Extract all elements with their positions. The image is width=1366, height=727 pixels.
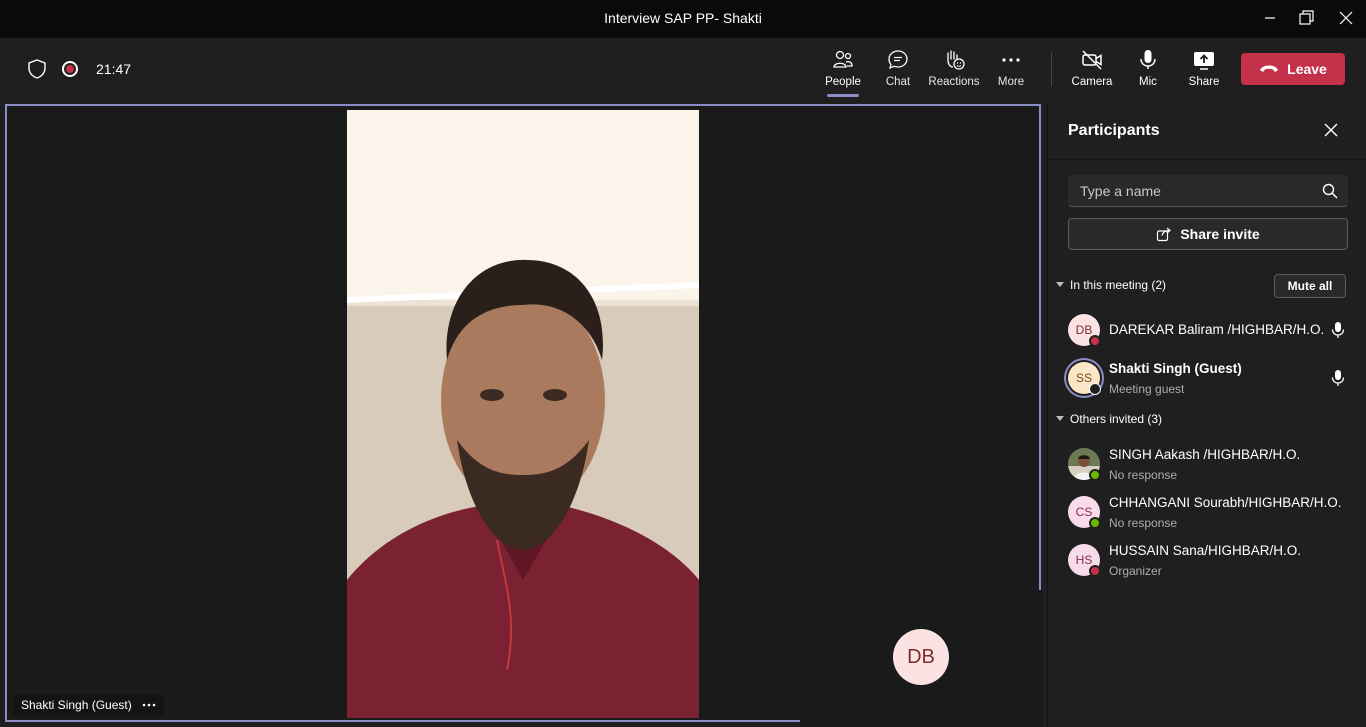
available-status-icon [1089,469,1101,481]
participant-row[interactable]: SS Shakti Singh (Guest) Meeting guest [1068,358,1358,398]
search-box[interactable] [1068,175,1348,207]
restore-icon[interactable] [1296,8,1316,28]
avatar-initials: CS [1075,505,1093,519]
participant-row[interactable]: CS CHHANGANI Sourabh/HIGHBAR/H.O. No res… [1068,492,1358,532]
hang-up-icon [1260,65,1279,72]
share-invite-button[interactable]: Share invite [1068,218,1348,250]
mute-all-button[interactable]: Mute all [1274,274,1346,298]
people-button[interactable]: People [815,48,871,98]
panel-title: Participants [1068,122,1160,139]
close-icon[interactable] [1323,122,1339,143]
avatar-initials: HS [1075,553,1093,567]
meeting-toolbar: 21:47 People Chat Reactions More Camera … [0,38,1366,102]
camera-button[interactable]: Camera [1064,48,1120,98]
avatar: HS [1068,544,1101,577]
chevron-down-icon [1056,416,1064,421]
reactions-button[interactable]: Reactions [926,48,982,98]
chat-icon [888,50,908,70]
shield-icon[interactable] [26,58,48,85]
participant-name: Shakti Singh (Guest) [1109,361,1242,376]
meeting-timer: 21:47 [96,61,132,77]
busy-status-icon [1089,335,1101,347]
share-label: Share [1188,76,1220,88]
participant-video [347,110,699,718]
in-meeting-section-toggle[interactable]: In this meeting (2) [1056,278,1166,292]
section-label: In this meeting (2) [1070,278,1167,292]
leave-button[interactable]: Leave [1241,53,1345,85]
participant-status: No response [1109,516,1178,530]
title-bar: Interview SAP PP- Shakti [0,0,1366,38]
reactions-label: Reactions [928,76,980,88]
participant-role: Organizer [1109,564,1162,578]
chat-button[interactable]: Chat [870,48,926,98]
more-button[interactable]: More [983,48,1039,98]
search-input[interactable] [1068,175,1308,207]
camera-label: Camera [1071,76,1113,88]
chevron-down-icon [1056,282,1064,287]
more-icon [1002,58,1020,62]
mic-icon [1331,322,1345,343]
mic-label: Mic [1139,76,1157,88]
raise-hand-icon [947,50,965,70]
available-status-icon [1089,517,1101,529]
share-screen-icon [1194,52,1214,70]
avatar [1068,448,1101,481]
share-icon [1157,227,1172,242]
participant-name: HUSSAIN Sana/HIGHBAR/H.O. [1109,543,1302,558]
avatar: CS [1068,496,1101,529]
self-preview[interactable]: DB [800,590,1043,727]
busy-status-icon [1089,565,1101,577]
section-label: Others invited (3) [1070,412,1163,426]
share-invite-label: Share invite [1180,226,1260,242]
speaker-name: Shakti Singh (Guest) [21,698,132,712]
participant-row[interactable]: HS HUSSAIN Sana/HIGHBAR/H.O. Organizer [1068,540,1358,580]
close-icon[interactable] [1336,8,1356,28]
participant-row[interactable]: DB DAREKAR Baliram /HIGHBAR/H.O. [1068,310,1358,350]
participant-name: CHHANGANI Sourabh/HIGHBAR/H.O. [1109,495,1342,510]
mic-icon [1331,370,1345,391]
unknown-status-icon [1089,383,1101,395]
participant-name: SINGH Aakash /HIGHBAR/H.O. [1109,447,1301,462]
avatar-initials: DB [1075,323,1093,337]
participants-panel: Participants Share invite In this meetin… [1047,104,1366,727]
participant-status: No response [1109,468,1178,482]
avatar: DB [893,629,949,685]
mic-button[interactable]: Mic [1120,48,1176,98]
people-label: People [825,76,861,88]
others-invited-section-toggle[interactable]: Others invited (3) [1056,412,1162,426]
more-options-icon[interactable] [142,703,156,707]
window-title: Interview SAP PP- Shakti [604,10,762,26]
search-icon[interactable] [1322,183,1338,204]
recording-icon [62,61,78,77]
more-label: More [997,76,1025,88]
avatar: DB [1068,314,1101,347]
people-icon [833,50,853,68]
toolbar-divider [1051,52,1052,86]
participant-name: DAREKAR Baliram /HIGHBAR/H.O. [1109,322,1325,337]
divider [1048,159,1366,160]
speaker-name-tag[interactable]: Shakti Singh (Guest) [13,694,164,716]
mic-icon [1140,50,1156,69]
avatar: SS [1068,362,1101,395]
chat-label: Chat [885,76,911,88]
participant-row[interactable]: SINGH Aakash /HIGHBAR/H.O. No response [1068,444,1358,484]
share-button[interactable]: Share [1176,48,1232,98]
camera-off-icon [1082,50,1102,70]
avatar-initials: SS [1075,371,1092,385]
participant-role: Meeting guest [1109,382,1185,396]
minimize-icon[interactable] [1260,8,1280,28]
active-indicator [827,94,859,97]
leave-label: Leave [1287,61,1327,77]
